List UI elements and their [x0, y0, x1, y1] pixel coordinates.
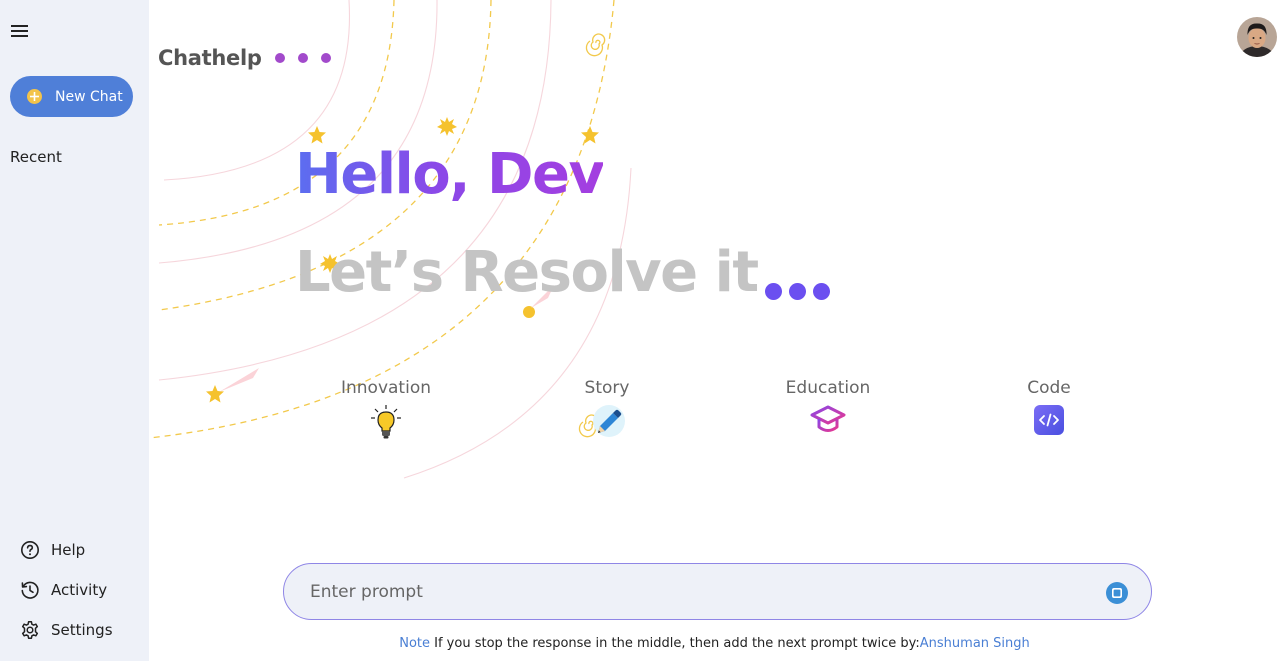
brand-dot: [297, 53, 308, 63]
prompt-bar: [283, 563, 1152, 620]
graduation-cap-icon: [768, 404, 888, 436]
sidebar-item-label: Activity: [51, 581, 108, 599]
menu-icon[interactable]: [11, 23, 31, 41]
sidebar: New Chat Recent Help Activity Settings: [0, 0, 149, 661]
greeting-subtitle-text: Let’s Resolve it: [295, 240, 759, 305]
sidebar-item-activity[interactable]: Activity: [20, 570, 113, 610]
new-chat-label: New Chat: [55, 88, 123, 105]
gear-icon: [21, 621, 39, 639]
card-title: Code: [1027, 378, 1071, 398]
card-education[interactable]: Education: [768, 378, 888, 436]
author-link[interactable]: Anshuman Singh: [920, 636, 1030, 651]
main-area: Chathelp Hello, Dev Let’s Resolve it Inn…: [149, 0, 1280, 661]
brand: Chathelp: [158, 46, 331, 70]
note-text: If you stop the response in the middle, …: [430, 636, 920, 651]
history-icon: [21, 581, 39, 599]
new-chat-button[interactable]: New Chat: [10, 76, 133, 117]
code-icon: [989, 404, 1109, 436]
lightbulb-icon: [326, 404, 446, 440]
stop-icon[interactable]: [1105, 581, 1129, 605]
recent-heading: Recent: [10, 148, 62, 166]
sidebar-item-settings[interactable]: Settings: [20, 610, 113, 650]
sidebar-item-help[interactable]: Help: [20, 530, 113, 570]
prompt-input[interactable]: [310, 578, 1090, 606]
brand-dot: [274, 53, 285, 63]
decorative-background: [149, 0, 632, 479]
card-title: Story: [584, 378, 630, 398]
card-code[interactable]: Code: [989, 378, 1109, 436]
card-title: Innovation: [340, 378, 431, 398]
note-label: Note: [399, 636, 430, 651]
card-story[interactable]: Story: [547, 378, 667, 440]
greeting-hello: Hello, Dev: [295, 142, 605, 207]
subtitle-dot: [764, 283, 782, 300]
card-innovation[interactable]: Innovation: [326, 378, 446, 440]
subtitle-dot: [812, 283, 830, 300]
subtitle-dot: [788, 283, 806, 300]
greeting-subtitle: Let’s Resolve it: [295, 240, 830, 306]
user-avatar[interactable]: [1237, 17, 1277, 57]
help-circle-icon: [21, 541, 39, 559]
footer-note: Note If you stop the response in the mid…: [149, 636, 1280, 651]
sidebar-item-label: Help: [51, 541, 86, 559]
sidebar-bottom-menu: Help Activity Settings: [20, 530, 113, 650]
brand-dot: [320, 53, 331, 63]
sidebar-item-label: Settings: [51, 621, 113, 639]
pencil-icon: [547, 404, 667, 440]
card-title: Education: [785, 378, 871, 398]
plus-icon: [27, 89, 42, 104]
brand-name: Chathelp: [158, 46, 262, 70]
